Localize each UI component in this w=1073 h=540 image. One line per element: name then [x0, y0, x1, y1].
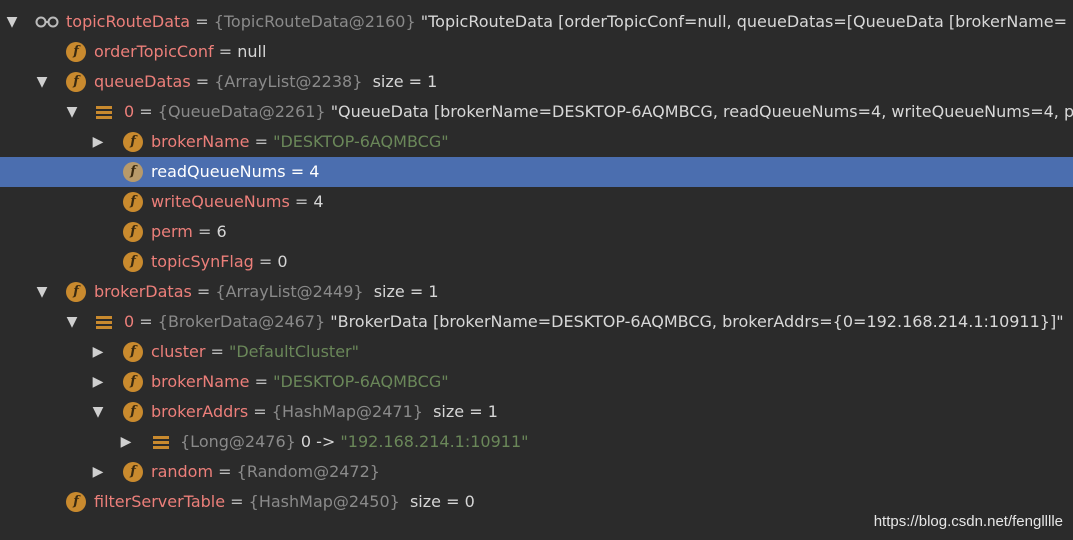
chevron-down-icon[interactable]: ▼	[4, 7, 20, 37]
field-value: 0	[277, 252, 288, 271]
list-entry-icon	[94, 104, 114, 124]
field-name: brokerName	[151, 132, 250, 151]
tree-row-topicSynFlag[interactable]: f topicSynFlag = 0	[0, 247, 1073, 277]
field-f-icon: f	[123, 132, 143, 152]
object-description: "BrokerData [brokerName=DESKTOP-6AQMBCG,…	[325, 312, 1064, 331]
field-f-icon: f	[66, 42, 86, 62]
tree-row-brokerName[interactable]: ▶ f brokerName = "DESKTOP-6AQMBCG"	[0, 127, 1073, 157]
field-name: cluster	[151, 342, 206, 361]
field-value: 4	[313, 192, 324, 211]
chevron-right-icon[interactable]: ▶	[90, 127, 106, 157]
chevron-down-icon[interactable]: ▼	[64, 97, 80, 127]
string-value: "DESKTOP-6AQMBCG"	[273, 372, 449, 391]
string-value: "DefaultCluster"	[229, 342, 359, 361]
field-f-icon: f	[123, 162, 143, 182]
field-value: 4	[309, 162, 320, 181]
field-name: queueDatas	[94, 72, 191, 91]
field-name: filterServerTable	[94, 492, 226, 511]
collection-size: size = 1	[422, 402, 498, 421]
string-value: "192.168.214.1:10911"	[340, 432, 529, 451]
field-f-icon: f	[123, 252, 143, 272]
variable-name: topicRouteData	[66, 12, 191, 31]
field-f-icon: f	[123, 192, 143, 212]
chevron-right-icon[interactable]: ▶	[90, 337, 106, 367]
object-reference: {BrokerData@2467}	[157, 312, 326, 331]
tree-row-brokerAddrs[interactable]: ▼ f brokerAddrs = {HashMap@2471} size = …	[0, 397, 1073, 427]
object-reference: {TopicRouteData@2160}	[213, 12, 416, 31]
tree-row-queueDatas[interactable]: ▼ f queueDatas = {ArrayList@2238} size =…	[0, 67, 1073, 97]
field-f-icon: f	[123, 462, 143, 482]
field-name: perm	[151, 222, 193, 241]
field-name: writeQueueNums	[151, 192, 290, 211]
field-name: orderTopicConf	[94, 42, 214, 61]
object-reference: {ArrayList@2449}	[215, 282, 364, 301]
tree-row-brokerName-2[interactable]: ▶ f brokerName = "DESKTOP-6AQMBCG"	[0, 367, 1073, 397]
field-f-icon: f	[123, 222, 143, 242]
collection-size: size = 1	[362, 72, 438, 91]
field-name: topicSynFlag	[151, 252, 254, 271]
chevron-right-icon[interactable]: ▶	[90, 367, 106, 397]
debugger-variables-tree: ▼ topicRouteData = {TopicRouteData@2160}…	[0, 7, 1073, 517]
object-reference: {QueueData@2261}	[157, 102, 326, 121]
field-name: brokerAddrs	[151, 402, 249, 421]
chevron-down-icon[interactable]: ▼	[90, 397, 106, 427]
field-name: random	[151, 462, 214, 481]
field-name: brokerDatas	[94, 282, 192, 301]
tree-row-brokerDatas[interactable]: ▼ f brokerDatas = {ArrayList@2449} size …	[0, 277, 1073, 307]
object-description: "TopicRouteData [orderTopicConf=null, qu…	[415, 12, 1068, 31]
field-f-icon: f	[66, 282, 86, 302]
tree-row-brokerData-0[interactable]: ▼ 0 = {BrokerData@2467} "BrokerData [bro…	[0, 307, 1073, 337]
list-entry-icon	[94, 314, 114, 334]
chevron-down-icon[interactable]: ▼	[34, 277, 50, 307]
object-reference: {HashMap@2471}	[271, 402, 423, 421]
element-index: 0	[124, 102, 135, 121]
tree-row-map-entry[interactable]: ▶ {Long@2476} 0 -> "192.168.214.1:10911"	[0, 427, 1073, 457]
field-f-icon: f	[66, 492, 86, 512]
object-reference: {ArrayList@2238}	[214, 72, 363, 91]
tree-row-orderTopicConf[interactable]: f orderTopicConf = null	[0, 37, 1073, 67]
list-entry-icon	[151, 434, 171, 454]
element-index: 0	[124, 312, 135, 331]
tree-row-topicRouteData[interactable]: ▼ topicRouteData = {TopicRouteData@2160}…	[0, 7, 1073, 37]
tree-row-queueData-0[interactable]: ▼ 0 = {QueueData@2261} "QueueData [broke…	[0, 97, 1073, 127]
object-reference: {Long@2476}	[180, 432, 296, 451]
string-value: "DESKTOP-6AQMBCG"	[273, 132, 449, 151]
collection-size: size = 1	[363, 282, 439, 301]
field-name: readQueueNums	[151, 162, 286, 181]
collection-size: size = 0	[399, 492, 475, 511]
chevron-down-icon[interactable]: ▼	[34, 67, 50, 97]
object-description: "QueueData [brokerName=DESKTOP-6AQMBCG, …	[325, 102, 1073, 121]
field-f-icon: f	[123, 342, 143, 362]
field-f-icon: f	[123, 402, 143, 422]
object-reference: {Random@2472}	[236, 462, 380, 481]
tree-row-random[interactable]: ▶ f random = {Random@2472}	[0, 457, 1073, 487]
chevron-down-icon[interactable]: ▼	[64, 307, 80, 337]
watermark-url: https://blog.csdn.net/fenglllle	[873, 513, 1063, 530]
tree-row-cluster[interactable]: ▶ f cluster = "DefaultCluster"	[0, 337, 1073, 367]
object-reference: {HashMap@2450}	[248, 492, 400, 511]
field-f-icon: f	[123, 372, 143, 392]
field-value: null	[237, 42, 267, 61]
tree-row-readQueueNums-selected[interactable]: f readQueueNums = 4	[0, 157, 1073, 187]
field-value: 6	[216, 222, 227, 241]
tree-row-perm[interactable]: f perm = 6	[0, 217, 1073, 247]
tree-row-writeQueueNums[interactable]: f writeQueueNums = 4	[0, 187, 1073, 217]
map-key: 0 ->	[295, 432, 341, 451]
field-name: brokerName	[151, 372, 250, 391]
chevron-right-icon[interactable]: ▶	[90, 457, 106, 487]
field-f-icon: f	[66, 72, 86, 92]
chevron-right-icon[interactable]: ▶	[118, 427, 134, 457]
watch-glasses-icon	[34, 12, 59, 32]
